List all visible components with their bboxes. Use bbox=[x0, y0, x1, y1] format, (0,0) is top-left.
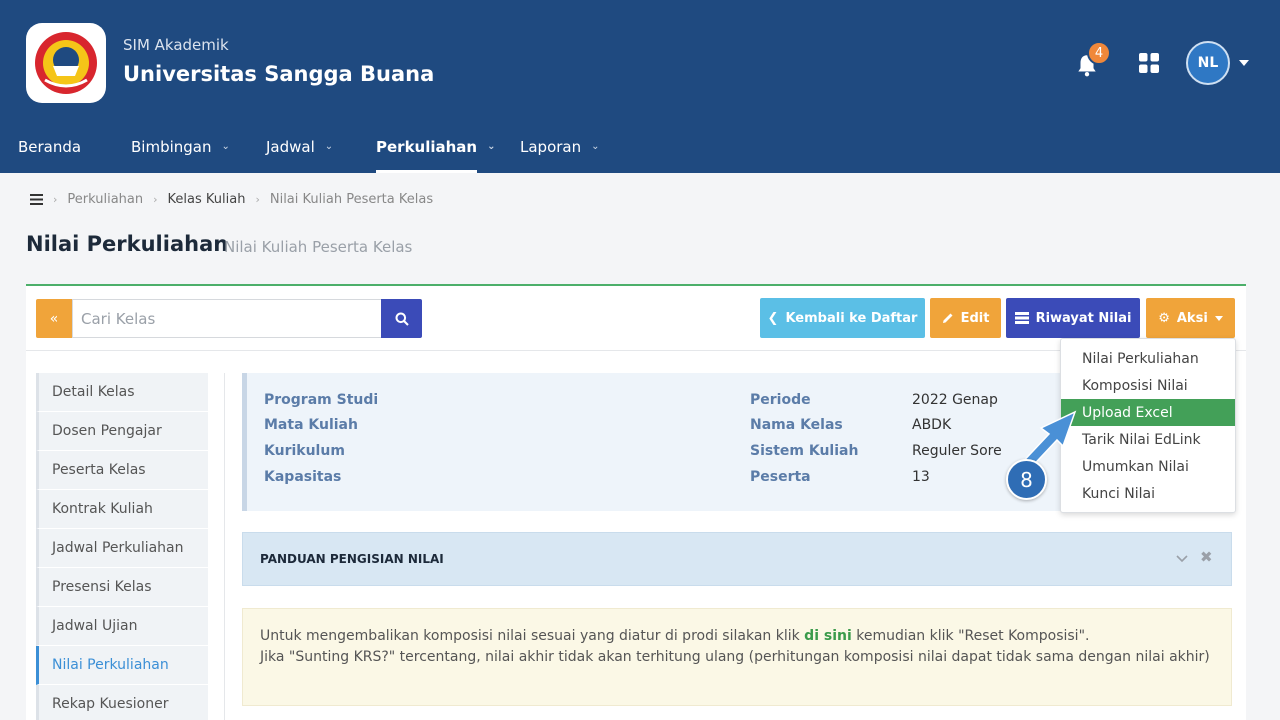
menu-item-tarik-nilai-edlink[interactable]: Tarik Nilai EdLink bbox=[1061, 426, 1235, 453]
actions-label: Aksi bbox=[1176, 310, 1208, 326]
nav-item-label: Perkuliahan bbox=[376, 137, 478, 156]
grade-history-label: Riwayat Nilai bbox=[1035, 310, 1132, 326]
gear-icon: ⚙ bbox=[1158, 310, 1170, 326]
caret-down-icon[interactable] bbox=[1239, 60, 1249, 66]
double-chevron-left-icon: « bbox=[49, 310, 59, 327]
app-subtitle: SIM Akademik bbox=[123, 36, 229, 54]
apps-grid-icon[interactable] bbox=[1139, 53, 1159, 73]
chevron-down-icon: ⌄ bbox=[221, 141, 230, 152]
app-title: Universitas Sangga Buana bbox=[123, 62, 435, 86]
chevron-right-icon: › bbox=[153, 193, 158, 206]
info-label: Program Studi bbox=[264, 392, 379, 408]
grade-history-button[interactable]: Riwayat Nilai bbox=[1006, 298, 1140, 338]
breadcrumb: › Perkuliahan › Kelas Kuliah › Nilai Kul… bbox=[30, 192, 433, 207]
collapse-sidebar-button[interactable]: « bbox=[36, 299, 72, 338]
chevron-down-icon[interactable] bbox=[1175, 551, 1189, 565]
note-text: Untuk mengembalikan komposisi nilai sesu… bbox=[260, 628, 805, 644]
info-label: Kapasitas bbox=[264, 469, 342, 485]
list-icon bbox=[1014, 312, 1029, 324]
chevron-down-icon: ⌄ bbox=[591, 141, 600, 152]
sidebar-item-rekap-kuesioner[interactable]: Rekap Kuesioner bbox=[36, 685, 208, 720]
breadcrumb-item-current: Nilai Kuliah Peserta Kelas bbox=[269, 192, 434, 207]
back-to-list-button[interactable]: ❮ Kembali ke Daftar bbox=[760, 298, 925, 338]
nav-item-perkuliahan[interactable]: Perkuliahan ⌄ bbox=[376, 120, 496, 173]
info-label: Nama Kelas bbox=[750, 417, 843, 433]
top-header: SIM Akademik Universitas Sangga Buana 4 … bbox=[0, 0, 1280, 173]
info-value-periode: 2022 Genap bbox=[912, 392, 998, 408]
nav-item-jadwal[interactable]: Jadwal ⌄ bbox=[266, 120, 333, 173]
step-number-badge: 8 bbox=[1006, 459, 1047, 500]
menu-item-komposisi-nilai[interactable]: Komposisi Nilai bbox=[1061, 372, 1235, 399]
panel-title: PANDUAN PENGISIAN NILAI bbox=[260, 552, 444, 566]
breadcrumb-item[interactable]: Perkuliahan bbox=[67, 192, 143, 207]
hamburger-menu-icon[interactable] bbox=[30, 194, 43, 205]
sidebar-item-presensi-kelas[interactable]: Presensi Kelas bbox=[36, 568, 208, 607]
info-label: Kurikulum bbox=[264, 443, 345, 459]
sidebar-item-kontrak-kuliah[interactable]: Kontrak Kuliah bbox=[36, 490, 208, 529]
breadcrumb-item[interactable]: Kelas Kuliah bbox=[168, 192, 246, 207]
sidebar-item-jadwal-perkuliahan[interactable]: Jadwal Perkuliahan bbox=[36, 529, 208, 568]
note-text: Jika "Sunting KRS?" tercentang, nilai ak… bbox=[260, 649, 1210, 665]
menu-item-nilai-perkuliahan[interactable]: Nilai Perkuliahan bbox=[1061, 345, 1235, 372]
info-label: Mata Kuliah bbox=[264, 417, 358, 433]
university-seal-icon bbox=[35, 32, 97, 94]
sidebar-item-nilai-perkuliahan[interactable]: Nilai Perkuliahan bbox=[36, 646, 208, 685]
sidebar-item-detail-kelas[interactable]: Detail Kelas bbox=[36, 373, 208, 412]
search-class-input[interactable] bbox=[72, 299, 382, 338]
university-logo[interactable] bbox=[26, 23, 106, 103]
divider bbox=[224, 373, 225, 720]
chevron-right-icon: › bbox=[255, 193, 260, 206]
chevron-down-icon: ⌄ bbox=[487, 141, 496, 152]
grading-guide-panel[interactable]: PANDUAN PENGISIAN NILAI ✖ bbox=[242, 532, 1232, 586]
nav-item-label: Beranda bbox=[18, 137, 82, 156]
edit-button[interactable]: Edit bbox=[930, 298, 1001, 338]
class-sidebar: Detail Kelas Dosen Pengajar Peserta Kela… bbox=[36, 373, 208, 720]
info-label: Periode bbox=[750, 392, 811, 408]
sidebar-item-dosen-pengajar[interactable]: Dosen Pengajar bbox=[36, 412, 208, 451]
notification-badge: 4 bbox=[1087, 41, 1111, 65]
menu-item-upload-excel[interactable]: Upload Excel bbox=[1061, 399, 1235, 426]
sidebar-item-peserta-kelas[interactable]: Peserta Kelas bbox=[36, 451, 208, 490]
nav-item-label: Jadwal bbox=[266, 137, 315, 156]
info-label: Peserta bbox=[750, 469, 811, 485]
pencil-icon bbox=[942, 313, 953, 323]
page-subtitle: Nilai Kuliah Peserta Kelas bbox=[224, 238, 413, 256]
menu-item-kunci-nilai[interactable]: Kunci Nilai bbox=[1061, 480, 1235, 507]
menu-item-umumkan-nilai[interactable]: Umumkan Nilai bbox=[1061, 453, 1235, 480]
main-nav: Beranda Bimbingan ⌄ Jadwal ⌄ Perkuliahan… bbox=[0, 120, 1280, 173]
info-note: Untuk mengembalikan komposisi nilai sesu… bbox=[242, 608, 1232, 706]
edit-label: Edit bbox=[960, 310, 990, 326]
info-label: Sistem Kuliah bbox=[750, 443, 859, 459]
user-avatar[interactable]: NL bbox=[1186, 41, 1230, 85]
reset-composition-link[interactable]: di sini bbox=[804, 628, 852, 644]
actions-dropdown-button[interactable]: ⚙ Aksi bbox=[1146, 298, 1235, 338]
search-icon bbox=[395, 312, 409, 326]
back-to-list-label: Kembali ke Daftar bbox=[785, 310, 918, 326]
info-value-peserta: 13 bbox=[912, 469, 930, 485]
sidebar-item-jadwal-ujian[interactable]: Jadwal Ujian bbox=[36, 607, 208, 646]
search-button[interactable] bbox=[381, 299, 422, 338]
chevron-left-icon: ❮ bbox=[767, 310, 779, 326]
info-value-nama-kelas: ABDK bbox=[912, 417, 952, 433]
nav-item-beranda[interactable]: Beranda bbox=[18, 120, 81, 173]
nav-item-label: Laporan bbox=[520, 137, 582, 156]
nav-item-bimbingan[interactable]: Bimbingan ⌄ bbox=[131, 120, 230, 173]
chevron-right-icon: › bbox=[53, 193, 58, 206]
info-value-sistem-kuliah: Reguler Sore bbox=[912, 443, 1002, 459]
actions-dropdown-menu: Nilai Perkuliahan Komposisi Nilai Upload… bbox=[1060, 338, 1236, 513]
nav-item-laporan[interactable]: Laporan ⌄ bbox=[520, 120, 600, 173]
note-text: kemudian klik "Reset Komposisi". bbox=[851, 628, 1090, 644]
nav-item-label: Bimbingan bbox=[131, 137, 212, 156]
close-icon[interactable]: ✖ bbox=[1200, 548, 1213, 566]
caret-down-icon bbox=[1214, 315, 1223, 321]
chevron-down-icon: ⌄ bbox=[324, 141, 334, 152]
page-title: Nilai Perkuliahan bbox=[26, 232, 229, 256]
